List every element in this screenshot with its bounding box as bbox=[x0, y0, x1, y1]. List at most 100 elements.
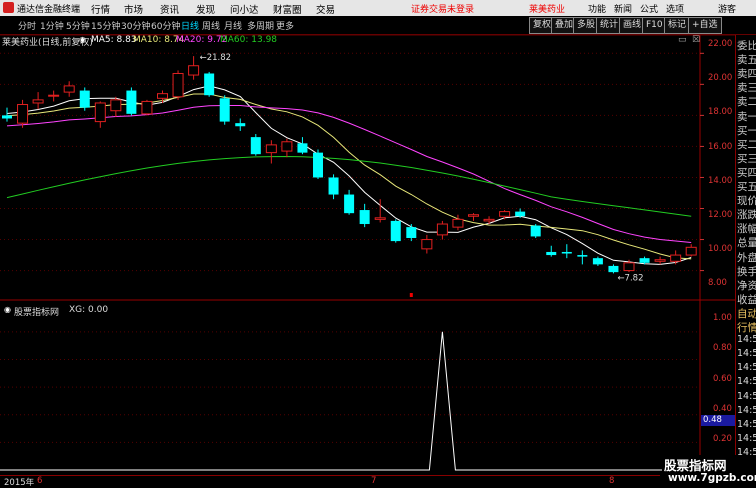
quote-panel-label: 买二 bbox=[737, 138, 756, 151]
candle-body bbox=[344, 194, 355, 214]
candle-body bbox=[359, 210, 370, 225]
candle-body bbox=[608, 265, 619, 273]
watermark-url: www.7gpzb.com bbox=[668, 472, 756, 484]
indicator-xg-value: XG: 0.00 bbox=[69, 305, 109, 315]
quote-panel-label: 总量 bbox=[737, 237, 756, 250]
candle-body bbox=[654, 259, 666, 262]
candle-body bbox=[577, 255, 588, 257]
quote-panel-label: 14:56 bbox=[737, 404, 756, 416]
signal-marker bbox=[409, 293, 413, 297]
quote-panel-label: 买五 bbox=[737, 181, 756, 193]
candle-body bbox=[188, 65, 200, 76]
quote-panel-label: 14:56 bbox=[737, 362, 756, 374]
kline-chart[interactable]: ←21.82 ←7.82 bbox=[0, 0, 735, 475]
quote-panel-label: 买三 bbox=[737, 152, 756, 165]
candle-body bbox=[63, 85, 75, 93]
candle-body bbox=[499, 211, 511, 217]
date-month: 6 bbox=[37, 476, 43, 486]
quote-panel-label: 换手 bbox=[737, 265, 756, 278]
date-year: 2015年 bbox=[4, 478, 35, 488]
candle-body bbox=[265, 144, 277, 154]
watermark: 股票指标网 www.7gpzb.com bbox=[662, 455, 756, 487]
high-price-label: ←21.82 bbox=[200, 53, 231, 63]
quote-panel-label: 卖二 bbox=[737, 96, 756, 109]
indicator-cursor-value: 0.48 bbox=[701, 415, 736, 426]
candle-body bbox=[390, 220, 401, 242]
candle-body bbox=[157, 93, 168, 99]
candle-body bbox=[219, 98, 230, 122]
candle-body bbox=[685, 246, 697, 256]
candle-body bbox=[17, 104, 29, 124]
price-tick: 18.00 bbox=[708, 107, 733, 117]
quote-panel-label: 外盘 bbox=[737, 251, 756, 264]
candle-body bbox=[468, 214, 479, 217]
candle-body bbox=[141, 100, 153, 115]
quote-panel-label: 买一 bbox=[737, 124, 756, 137]
low-price-label: ←7.82 bbox=[617, 273, 643, 283]
candle-body bbox=[515, 211, 526, 217]
indicator-tick: 1.00 bbox=[713, 313, 732, 323]
candle-body bbox=[250, 137, 261, 155]
quote-panel-label: 14:56 bbox=[737, 418, 756, 430]
indicator-tick: 0.20 bbox=[713, 434, 732, 444]
quote-panel-label: 14:56 bbox=[737, 348, 756, 360]
candle-body bbox=[623, 262, 635, 272]
indicator-tick: 0.40 bbox=[713, 404, 732, 414]
date-axis: 2015年 6 7 8 bbox=[0, 475, 660, 488]
candle-body bbox=[374, 217, 386, 220]
candle-body bbox=[592, 258, 603, 265]
indicator-tick: 0.80 bbox=[713, 343, 732, 353]
candle-body bbox=[452, 218, 464, 228]
candle-body bbox=[436, 223, 448, 236]
candle-body bbox=[406, 227, 417, 238]
quote-panel-label: 卖三 bbox=[737, 82, 756, 95]
price-tick: 10.00 bbox=[708, 244, 733, 254]
price-tick: 8.00 bbox=[708, 278, 727, 288]
quote-panel-label: 买四 bbox=[737, 166, 756, 179]
candle-body bbox=[546, 251, 557, 256]
xg-signal-line bbox=[0, 331, 700, 471]
candle-body bbox=[2, 115, 12, 119]
indicator-collapse-icon[interactable]: ◉ bbox=[4, 305, 11, 314]
quote-panel-label: 收益 bbox=[737, 293, 756, 306]
price-tick: 20.00 bbox=[708, 73, 733, 83]
quote-panel-label: 14:56 bbox=[737, 432, 756, 444]
candle-body bbox=[639, 258, 650, 263]
candle-body bbox=[483, 218, 495, 222]
candle-body bbox=[328, 177, 339, 195]
candle-body bbox=[313, 152, 323, 178]
candle-body bbox=[670, 254, 682, 262]
quote-panel-label: 行情 bbox=[737, 322, 756, 334]
price-tick: 22.00 bbox=[708, 39, 733, 49]
quote-panel-label: 现价 bbox=[737, 195, 756, 208]
indicator-tick: 0.60 bbox=[713, 374, 732, 384]
quote-panel-label: 自动 bbox=[737, 307, 756, 320]
quote-panel-label: 14:56 bbox=[737, 334, 756, 346]
candle-body bbox=[48, 94, 60, 97]
candle-body bbox=[32, 99, 44, 104]
price-tick: 14.00 bbox=[708, 176, 733, 186]
candle-body bbox=[421, 239, 433, 250]
quote-panel-label: 卖四 bbox=[737, 68, 756, 81]
candle-body bbox=[126, 90, 137, 114]
date-month: 8 bbox=[609, 476, 615, 486]
candle-body bbox=[94, 102, 106, 123]
quote-panel-label: 14:56 bbox=[737, 376, 756, 388]
indicator-name: 股票指标网 bbox=[14, 308, 60, 318]
candle-body bbox=[561, 251, 572, 254]
quote-panel-label: 涨跌 bbox=[737, 209, 756, 222]
ma20-line bbox=[6, 105, 692, 243]
quote-panel-label: 净资 bbox=[737, 279, 756, 292]
price-tick: 16.00 bbox=[708, 142, 733, 152]
candle-body bbox=[235, 123, 246, 127]
quote-panel-label: 卖五 bbox=[737, 54, 756, 67]
quote-panel-label: 涨幅 bbox=[737, 223, 756, 236]
candle-body bbox=[297, 143, 308, 153]
candle-body bbox=[204, 73, 215, 96]
quote-panel-label: 卖一 bbox=[737, 110, 756, 123]
quote-panel: 委比 卖五 卖四 卖三 卖二 卖一 买一 买二 买三 买四 买五 现价 涨跌 涨幅 总量 外盘 换手 净资 收益 自动… bbox=[735, 35, 756, 487]
price-tick: 12.00 bbox=[708, 210, 733, 220]
candle-body bbox=[110, 99, 122, 112]
candle-body bbox=[172, 72, 184, 98]
candle-body bbox=[530, 225, 541, 237]
